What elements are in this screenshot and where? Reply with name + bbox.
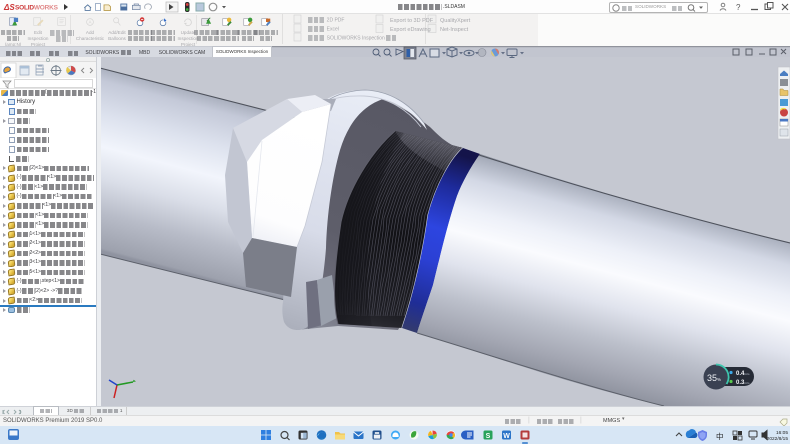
- svg-text:S: S: [486, 433, 491, 440]
- svg-text:W: W: [503, 433, 510, 440]
- svg-text:16:05: 16:05: [776, 430, 788, 436]
- svg-text:中: 中: [716, 431, 724, 441]
- svg-text:2022/8/15: 2022/8/15: [767, 436, 789, 442]
